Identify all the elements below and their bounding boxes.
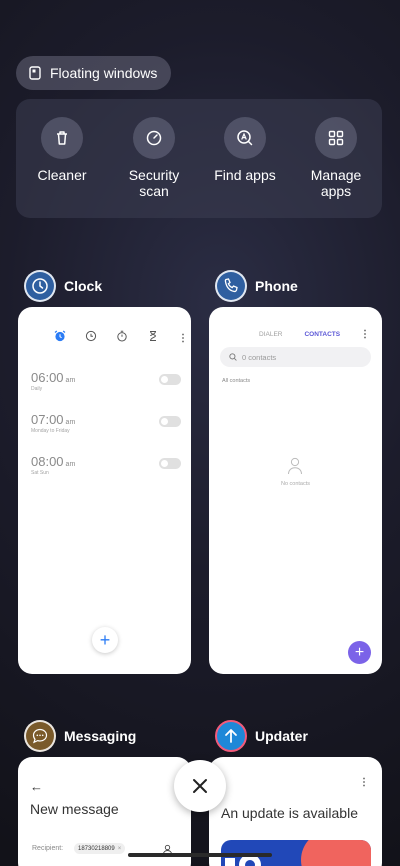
manage-apps-label: Manage apps: [310, 167, 362, 199]
recipient-number: 18730218809: [78, 845, 115, 852]
tab-contacts[interactable]: CONTACTS: [304, 331, 340, 338]
find-apps-icon: [224, 117, 266, 159]
contact-picker-icon[interactable]: [162, 842, 173, 860]
clock-card[interactable]: ⋮ 06:00 am Daily 07:00 am Monday to Friday…: [18, 307, 191, 674]
recipient-label: Recipient:: [32, 845, 64, 852]
back-arrow-icon[interactable]: ←: [30, 779, 43, 794]
search-placeholder: 0 contacts: [242, 352, 277, 362]
close-all-button[interactable]: [174, 760, 226, 812]
search-icon: [229, 353, 237, 361]
more-options-icon[interactable]: ⋮: [360, 329, 370, 340]
find-apps-button[interactable]: Find apps: [200, 117, 290, 183]
alarm-toggle[interactable]: [159, 416, 181, 427]
tab-dialer[interactable]: DIALER: [259, 331, 282, 338]
cleaner-button[interactable]: Cleaner: [17, 117, 107, 183]
security-gauge-icon: [133, 117, 175, 159]
phone-icon: [215, 270, 247, 302]
close-icon: [193, 779, 207, 793]
alarm-row[interactable]: 07:00 am Monday to Friday: [31, 412, 181, 434]
alarm-ampm: am: [65, 461, 76, 468]
security-scan-button[interactable]: Security scan: [109, 117, 199, 199]
security-scan-label: Security scan: [128, 167, 180, 199]
quick-tools-panel: Cleaner Security scan Find apps Manage a…: [16, 99, 382, 218]
clock-app-name: Clock: [64, 278, 103, 294]
grid-icon: [315, 117, 357, 159]
phone-card[interactable]: DIALER CONTACTS ⋮ 0 contacts All contact…: [209, 307, 382, 674]
phone-app-header[interactable]: Phone: [215, 270, 298, 302]
clock-tabs: ⋮: [54, 329, 188, 347]
alarm-time: 08:00: [31, 454, 64, 469]
clock-icon: [24, 270, 56, 302]
messaging-card[interactable]: ← New message Recipient: 18730218809 ×: [18, 757, 191, 866]
world-clock-icon[interactable]: [85, 329, 97, 347]
plus-icon: +: [354, 643, 365, 661]
alarm-repeat: Monday to Friday: [31, 428, 70, 434]
add-contact-button[interactable]: +: [348, 641, 371, 664]
messaging-app-name: Messaging: [64, 728, 137, 744]
updater-app-name: Updater: [255, 728, 308, 744]
all-contacts-label: All contacts: [222, 378, 251, 384]
alarm-time: 06:00: [31, 370, 64, 385]
cleaner-label: Cleaner: [37, 167, 87, 183]
alarm-ampm: am: [65, 419, 76, 426]
recipient-chip[interactable]: 18730218809 ×: [74, 843, 126, 854]
updater-app-header[interactable]: Updater: [215, 720, 308, 752]
updater-card[interactable]: ⋮ An update is available: [209, 757, 382, 866]
floating-windows-button[interactable]: Floating windows: [16, 56, 172, 90]
alarm-time: 07:00: [31, 412, 64, 427]
alarm-toggle[interactable]: [159, 374, 181, 385]
more-options-icon[interactable]: ⋮: [359, 777, 369, 788]
find-apps-label: Find apps: [214, 167, 276, 183]
manage-apps-button[interactable]: Manage apps: [291, 117, 381, 199]
no-contacts-text: No contacts: [280, 481, 311, 487]
alarm-row[interactable]: 06:00 am Daily: [31, 370, 181, 392]
person-icon: [287, 457, 303, 480]
messaging-icon: [24, 720, 56, 752]
timer-icon[interactable]: [147, 329, 159, 347]
alarm-row[interactable]: 08:00 am Sat Sun: [31, 454, 181, 476]
plus-icon: +: [99, 629, 111, 650]
alarm-repeat: Sat Sun: [31, 470, 49, 476]
floating-window-icon: [28, 66, 42, 80]
alarm-ampm: am: [65, 377, 76, 384]
alarm-repeat: Daily: [31, 386, 43, 392]
trash-icon: [41, 117, 83, 159]
updater-icon: [215, 720, 247, 752]
messaging-app-header[interactable]: Messaging: [24, 720, 136, 752]
phone-app-name: Phone: [255, 278, 298, 294]
alarm-icon[interactable]: [54, 329, 66, 347]
update-available-title: An update is available: [221, 805, 358, 821]
contacts-search-input[interactable]: 0 contacts: [220, 347, 371, 367]
home-indicator[interactable]: [128, 853, 272, 857]
add-alarm-button[interactable]: +: [92, 627, 118, 653]
alarm-toggle[interactable]: [159, 458, 181, 469]
floating-windows-label: Floating windows: [50, 65, 158, 81]
phone-tabs: DIALER CONTACTS: [259, 331, 340, 338]
stopwatch-icon[interactable]: [116, 329, 128, 347]
more-options-icon[interactable]: ⋮: [178, 333, 188, 344]
remove-recipient-icon[interactable]: ×: [118, 846, 122, 852]
new-message-title: New message: [30, 801, 119, 817]
clock-app-header[interactable]: Clock: [24, 270, 102, 302]
